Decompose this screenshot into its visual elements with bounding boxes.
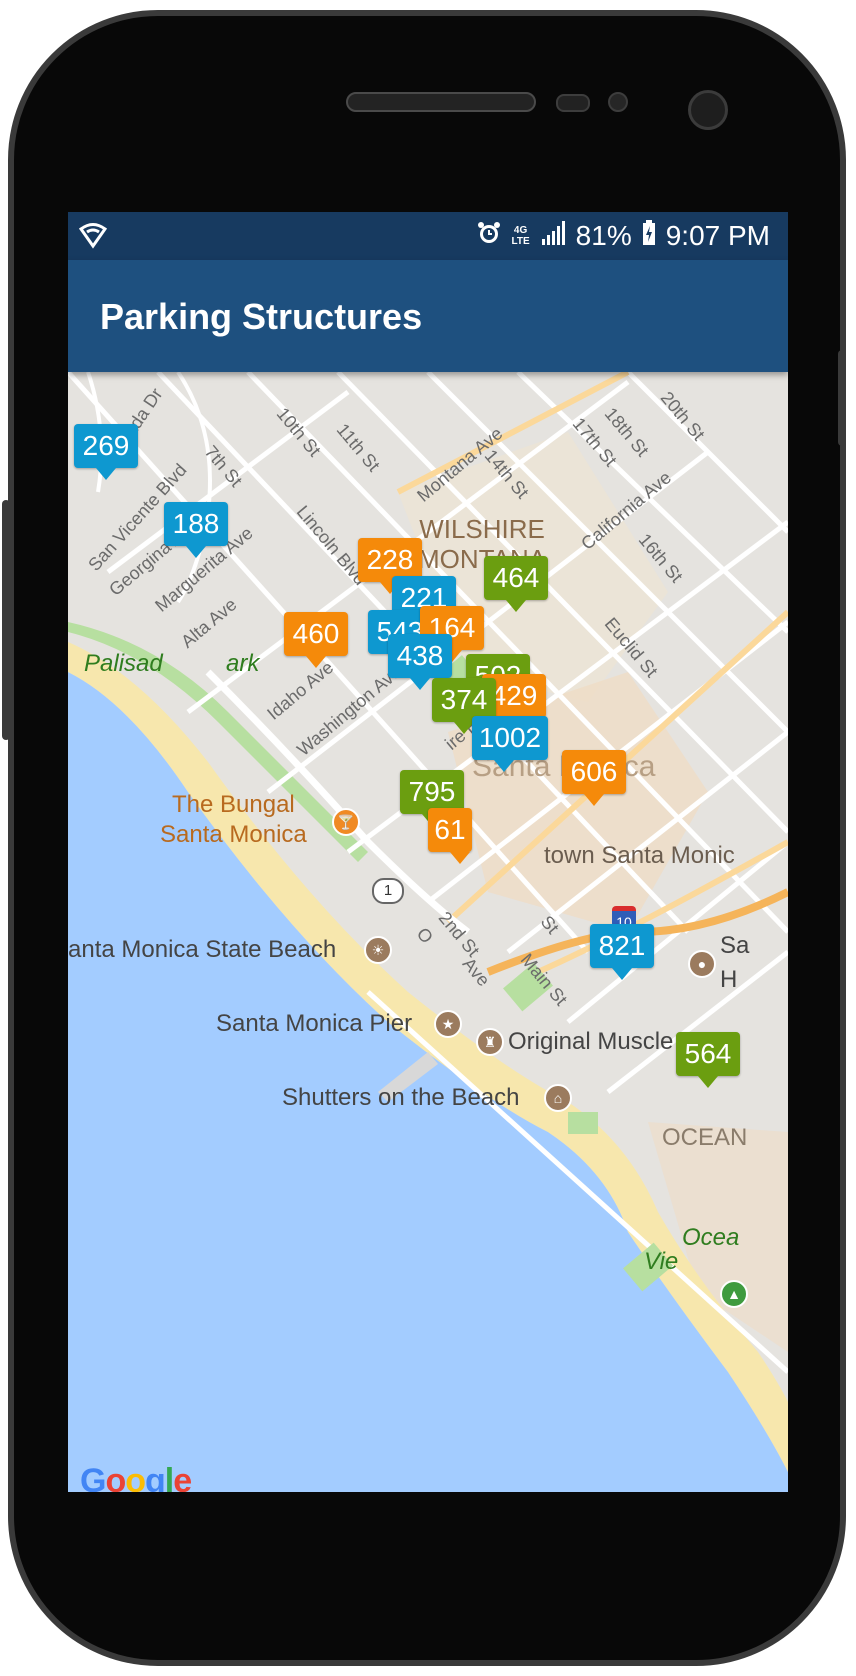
power-button [838, 350, 846, 446]
shield-icon [78, 220, 108, 255]
front-camera [688, 90, 728, 130]
parking-marker-61[interactable]: 61 [428, 808, 472, 864]
park-icon: ▲ [720, 1280, 748, 1308]
screen: 4G LTE 81% 9:07 PM Parking Structures WI… [68, 212, 788, 1492]
place-pier: Santa Monica Pier [216, 1010, 413, 1037]
light-sensor [608, 92, 628, 112]
parking-marker-821[interactable]: 821 [590, 924, 654, 980]
parking-marker-464[interactable]: 464 [484, 556, 548, 612]
status-bar: 4G LTE 81% 9:07 PM [68, 212, 788, 260]
district-downtown: town Santa Monic [544, 842, 735, 869]
volume-button [2, 500, 10, 740]
battery-percent: 81% [575, 220, 632, 251]
parking-marker-564[interactable]: 564 [676, 1032, 740, 1088]
highway-1-shield: 1 [372, 878, 404, 904]
network-type-icon: 4G LTE [511, 225, 530, 247]
proximity-sensor [556, 94, 590, 112]
clock-time: 9:07 PM [665, 220, 770, 251]
district-ocean: OCEAN [662, 1124, 748, 1151]
parking-marker-438[interactable]: 438 [388, 634, 452, 690]
place-shutters: Shutters on the Beach [282, 1084, 520, 1111]
attraction-icon: ★ [434, 1010, 462, 1038]
place-h: H [720, 966, 738, 993]
place-sa: Sa [720, 932, 750, 959]
place-ocean-view-2: Vie [644, 1248, 679, 1275]
place-palisades-end: ark [226, 650, 260, 677]
hotel-icon: ⌂ [544, 1084, 572, 1112]
parking-marker-188[interactable]: 188 [164, 502, 228, 558]
earpiece-speaker [346, 92, 536, 112]
place-bungalow: The Bungal Santa Monica [160, 791, 307, 848]
map-view[interactable]: WILSHIRE MONTANA Santa Monica town Santa… [68, 372, 788, 1492]
landmark-icon: ♜ [476, 1028, 504, 1056]
place-state-beach: anta Monica State Beach [68, 936, 337, 963]
parking-marker-606[interactable]: 606 [562, 750, 626, 806]
app-bar: Parking Structures [68, 260, 788, 372]
parking-marker-1002[interactable]: 1002 [472, 716, 548, 772]
parking-marker-460[interactable]: 460 [284, 612, 348, 668]
alarm-clock-icon [476, 220, 502, 253]
bar-icon: 🍸 [332, 808, 360, 836]
place-ocean-view: Ocea [682, 1224, 740, 1251]
signal-icon [540, 220, 566, 252]
school-icon: ● [688, 950, 716, 978]
place-palisades: Palisad [84, 650, 163, 677]
beach-icon: ☀ [364, 936, 392, 964]
app-title: Parking Structures [100, 296, 423, 337]
battery-charging-icon [642, 219, 656, 253]
parking-marker-269[interactable]: 269 [74, 424, 138, 480]
google-attribution-logo[interactable]: Google [80, 1462, 192, 1492]
